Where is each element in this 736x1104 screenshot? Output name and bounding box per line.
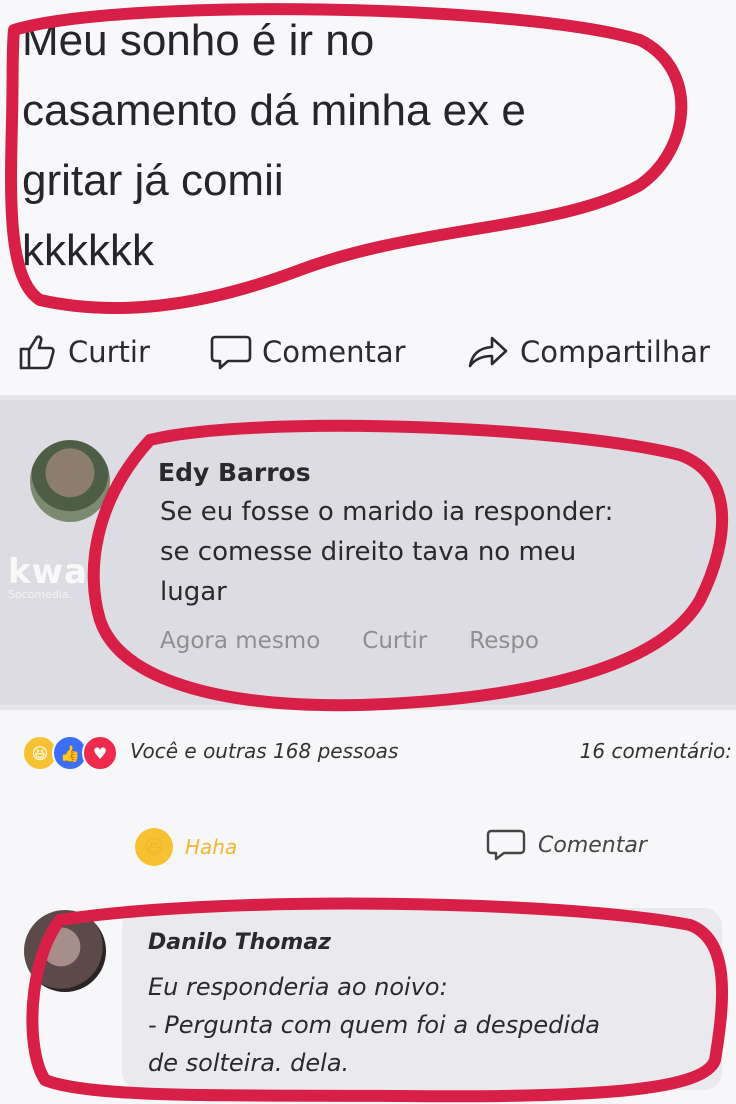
reactions-summary: Você e outras 168 pessoas	[130, 739, 399, 763]
love-icon: ♥	[82, 735, 118, 771]
post-card: Meu sonho é ir no casamento dá minha ex …	[0, 0, 736, 395]
kwai-logo: kwai	[8, 552, 101, 592]
avatar[interactable]	[24, 910, 106, 992]
haha-reaction-button[interactable]: 😆 Haha	[135, 828, 237, 866]
comment-text: Eu responderia ao noivo: - Pergunta com …	[148, 973, 601, 1077]
haha-label: Haha	[185, 835, 238, 859]
comment-action-label: Comentar	[538, 832, 647, 858]
thumbs-up-icon	[19, 335, 55, 370]
comment-meta-row: Agora mesmo Curtir Respo	[160, 628, 539, 654]
share-arrow-icon	[468, 336, 508, 368]
comment-like-link[interactable]: Curtir	[362, 628, 427, 654]
reaction-icons: 😆 👍 ♥	[22, 735, 118, 771]
comments-count[interactable]: 16 comentário:	[580, 739, 732, 763]
comment-author[interactable]: Edy Barros	[158, 458, 311, 487]
like-button[interactable]: Curtir	[18, 330, 150, 374]
kwai-watermark: kwai Socomedia.	[8, 552, 101, 601]
post-action-bar: Curtir Comentar Compartilhar	[0, 330, 736, 374]
haha-icon: 😆	[135, 828, 173, 866]
comment-author[interactable]: Danilo Thomaz	[148, 930, 331, 955]
reactions-row[interactable]: 😆 👍 ♥ Você e outras 168 pessoas 16 comen…	[22, 735, 732, 771]
watermark-sub: Socomedia.	[8, 588, 73, 601]
comment-reply-link[interactable]: Respo	[469, 628, 539, 654]
comment-label: Comentar	[262, 335, 406, 369]
speech-bubble-icon	[486, 829, 526, 861]
avatar[interactable]	[30, 440, 110, 522]
comment-action-button[interactable]: Comentar	[486, 828, 647, 862]
share-label: Compartilhar	[520, 335, 710, 369]
speech-bubble-icon	[210, 335, 252, 370]
like-label: Curtir	[68, 335, 150, 369]
comment-text: Se eu fosse o marido ia responder: se co…	[160, 497, 614, 607]
comment-time: Agora mesmo	[160, 628, 321, 654]
comment-button[interactable]: Comentar	[210, 330, 406, 374]
share-button[interactable]: Compartilhar	[466, 330, 710, 374]
post-text: Meu sonho é ir no casamento dá minha ex …	[22, 16, 526, 275]
